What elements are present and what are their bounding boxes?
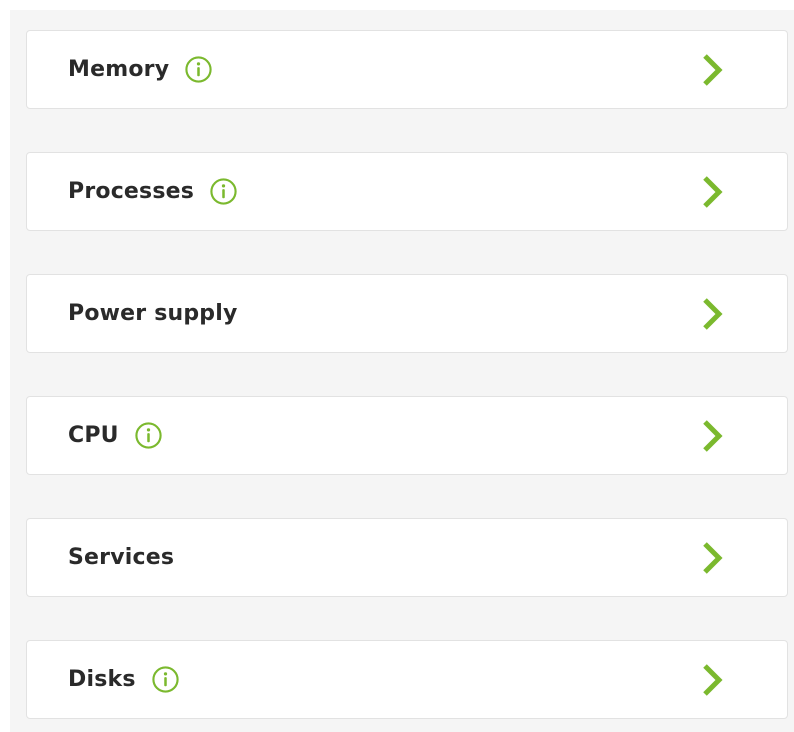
item-label-row: Power supply: [68, 275, 238, 352]
list-item-memory[interactable]: Memory: [26, 30, 788, 109]
info-icon[interactable]: [184, 55, 213, 84]
chevron-right-icon[interactable]: [695, 296, 731, 332]
item-label-row: Memory: [68, 31, 213, 108]
chevron-right-icon[interactable]: [695, 662, 731, 698]
item-label: Disks: [68, 667, 136, 692]
item-label-row: Processes: [68, 153, 238, 230]
item-label-row: CPU: [68, 397, 163, 474]
item-label-row: Disks: [68, 641, 180, 718]
item-label: Processes: [68, 179, 195, 204]
sensor-list-panel: Memory Processes Power supply CPU Servic…: [10, 10, 794, 732]
item-label: Power supply: [68, 301, 238, 326]
info-icon[interactable]: [151, 665, 180, 694]
info-icon[interactable]: [209, 177, 238, 206]
list-item-processes[interactable]: Processes: [26, 152, 788, 231]
list-item-disks[interactable]: Disks: [26, 640, 788, 719]
list-item-cpu[interactable]: CPU: [26, 396, 788, 475]
list-item-power-supply[interactable]: Power supply: [26, 274, 788, 353]
info-icon[interactable]: [134, 421, 163, 450]
list-item-services[interactable]: Services: [26, 518, 788, 597]
item-label: Memory: [68, 57, 170, 82]
chevron-right-icon[interactable]: [695, 540, 731, 576]
chevron-right-icon[interactable]: [695, 52, 731, 88]
item-label: Services: [68, 545, 175, 570]
chevron-right-icon[interactable]: [695, 174, 731, 210]
item-label-row: Services: [68, 519, 174, 596]
item-label: CPU: [68, 423, 119, 448]
chevron-right-icon[interactable]: [695, 418, 731, 454]
